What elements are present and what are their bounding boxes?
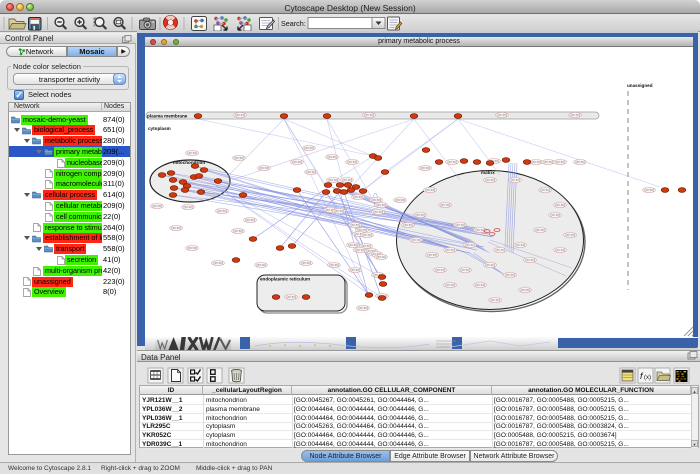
svg-text:(xx xx): (xx xx) [307, 170, 316, 174]
svg-text:(xx xx): (xx xx) [188, 246, 197, 250]
svg-text:(xx xx): (xx xx) [351, 268, 360, 272]
svg-text:(xx xx): (xx xx) [466, 243, 475, 247]
svg-text:(xx xx): (xx xx) [476, 283, 485, 287]
svg-text:(xx xx): (xx xx) [328, 155, 337, 159]
svg-text:matrix: matrix [481, 170, 495, 175]
svg-text:(xx xx): (xx xx) [335, 209, 344, 213]
svg-text:(xx xx): (xx xx) [446, 248, 455, 252]
svg-text:(xx xx): (xx xx) [153, 204, 162, 208]
svg-text:(xx xx): (xx xx) [330, 263, 339, 267]
svg-text:(xx xx): (xx xx) [396, 198, 405, 202]
svg-text:(xx xx): (xx xx) [302, 261, 311, 265]
svg-text:plasma membrane: plasma membrane [147, 114, 188, 119]
svg-text:(xx xx): (xx xx) [516, 243, 525, 247]
svg-text:(xx xx): (xx xx) [532, 160, 541, 164]
svg-text:(xx xx): (xx xx) [436, 268, 445, 272]
svg-text:(xx xx): (xx xx) [365, 113, 374, 117]
svg-text:(xx xx): (xx xx) [551, 213, 560, 217]
svg-text:(xx xx): (xx xx) [526, 258, 535, 262]
svg-text:(xx xx): (xx xx) [645, 188, 654, 192]
svg-text:(xx xx): (xx xx) [343, 178, 352, 182]
svg-text:(xx xx): (xx xx) [377, 203, 386, 207]
svg-text:(xx xx): (xx xx) [441, 203, 450, 207]
svg-text:(xx xx): (xx xx) [348, 160, 357, 164]
svg-text:(xx xx): (xx xx) [349, 243, 358, 247]
svg-text:cytoplasm: cytoplasm [148, 126, 171, 131]
svg-text:(xx xx): (xx xx) [506, 273, 515, 277]
svg-text:(xx xx): (xx xx) [412, 238, 421, 242]
svg-text:(xx xx): (xx xx) [461, 268, 470, 272]
svg-text:(xx xx): (xx xx) [372, 198, 381, 202]
svg-text:(xx xx): (xx xx) [246, 218, 255, 222]
svg-text:(xx xx): (xx xx) [556, 160, 565, 164]
svg-text:(xx xx): (xx xx) [287, 295, 296, 299]
svg-text:(xx xx): (xx xx) [374, 210, 383, 214]
svg-text:(xx xx): (xx xx) [188, 151, 197, 155]
svg-text:(xx xx): (xx xx) [476, 228, 485, 232]
svg-text:(xx xx): (xx xx) [556, 203, 565, 207]
svg-text:(xx xx): (xx xx) [214, 261, 223, 265]
svg-text:(xx xx): (xx xx) [257, 263, 266, 267]
svg-text:(xx xx): (xx xx) [359, 306, 368, 310]
svg-text:endoplasmic reticulum: endoplasmic reticulum [260, 277, 310, 282]
svg-text:(xx xx): (xx xx) [428, 253, 437, 257]
svg-text:(xx xx): (xx xx) [536, 228, 545, 232]
svg-text:(xx xx): (xx xx) [377, 255, 386, 259]
svg-text:(xx xx): (xx xx) [456, 223, 465, 227]
svg-text:(xx xx): (xx xx) [576, 160, 585, 164]
svg-text:(xx xx): (xx xx) [426, 188, 435, 192]
svg-text:Search:: Search: [281, 19, 306, 28]
svg-text:(xx xx): (xx xx) [486, 263, 495, 267]
svg-text:(xx xx): (xx xx) [446, 283, 455, 287]
svg-text:(xx xx): (xx xx) [234, 229, 243, 233]
svg-text:(xx xx): (xx xx) [416, 213, 425, 217]
svg-text:(xx xx): (xx xx) [496, 248, 505, 252]
svg-text:(xx xx): (xx xx) [293, 160, 302, 164]
svg-text:(xx xx): (xx xx) [329, 178, 338, 182]
svg-text:(xx xx): (xx xx) [184, 205, 193, 209]
svg-text:(xx xx): (xx xx) [498, 113, 507, 117]
svg-text:(xx xx): (xx xx) [511, 178, 520, 182]
svg-text:(xx xx): (xx xx) [236, 113, 245, 117]
svg-text:(xx xx): (xx xx) [421, 166, 430, 170]
svg-text:(xx xx): (xx xx) [354, 195, 363, 199]
svg-text:(xx xx): (xx xx) [404, 223, 413, 227]
svg-text:(xx xx): (xx xx) [356, 248, 365, 252]
svg-text:unassigned: unassigned [627, 83, 653, 88]
svg-text:(xx xx): (xx xx) [172, 226, 181, 230]
svg-text:(xx xx): (xx xx) [363, 233, 372, 237]
svg-text:(xx xx): (xx xx) [260, 166, 269, 170]
svg-text:(x): (x) [644, 375, 651, 381]
svg-text:mitochondrion: mitochondrion [173, 160, 205, 165]
svg-text:(xx xx): (xx xx) [521, 288, 530, 292]
svg-text:(xx xx): (xx xx) [544, 160, 553, 164]
svg-text:(xx xx): (xx xx) [556, 248, 565, 252]
svg-text:(xx xx): (xx xx) [541, 188, 550, 192]
svg-text:(xx xx): (xx xx) [218, 209, 227, 213]
svg-text:(xx xx): (xx xx) [305, 146, 314, 150]
svg-text:(xx xx): (xx xx) [235, 156, 244, 160]
svg-text:(xx xx): (xx xx) [566, 233, 575, 237]
svg-text:(xx xx): (xx xx) [571, 113, 580, 117]
svg-text:(xx xx): (xx xx) [486, 178, 495, 182]
svg-text:(xx xx): (xx xx) [491, 298, 500, 302]
svg-text:(xx xx): (xx xx) [351, 223, 360, 227]
svg-text:(xx xx): (xx xx) [448, 160, 457, 164]
